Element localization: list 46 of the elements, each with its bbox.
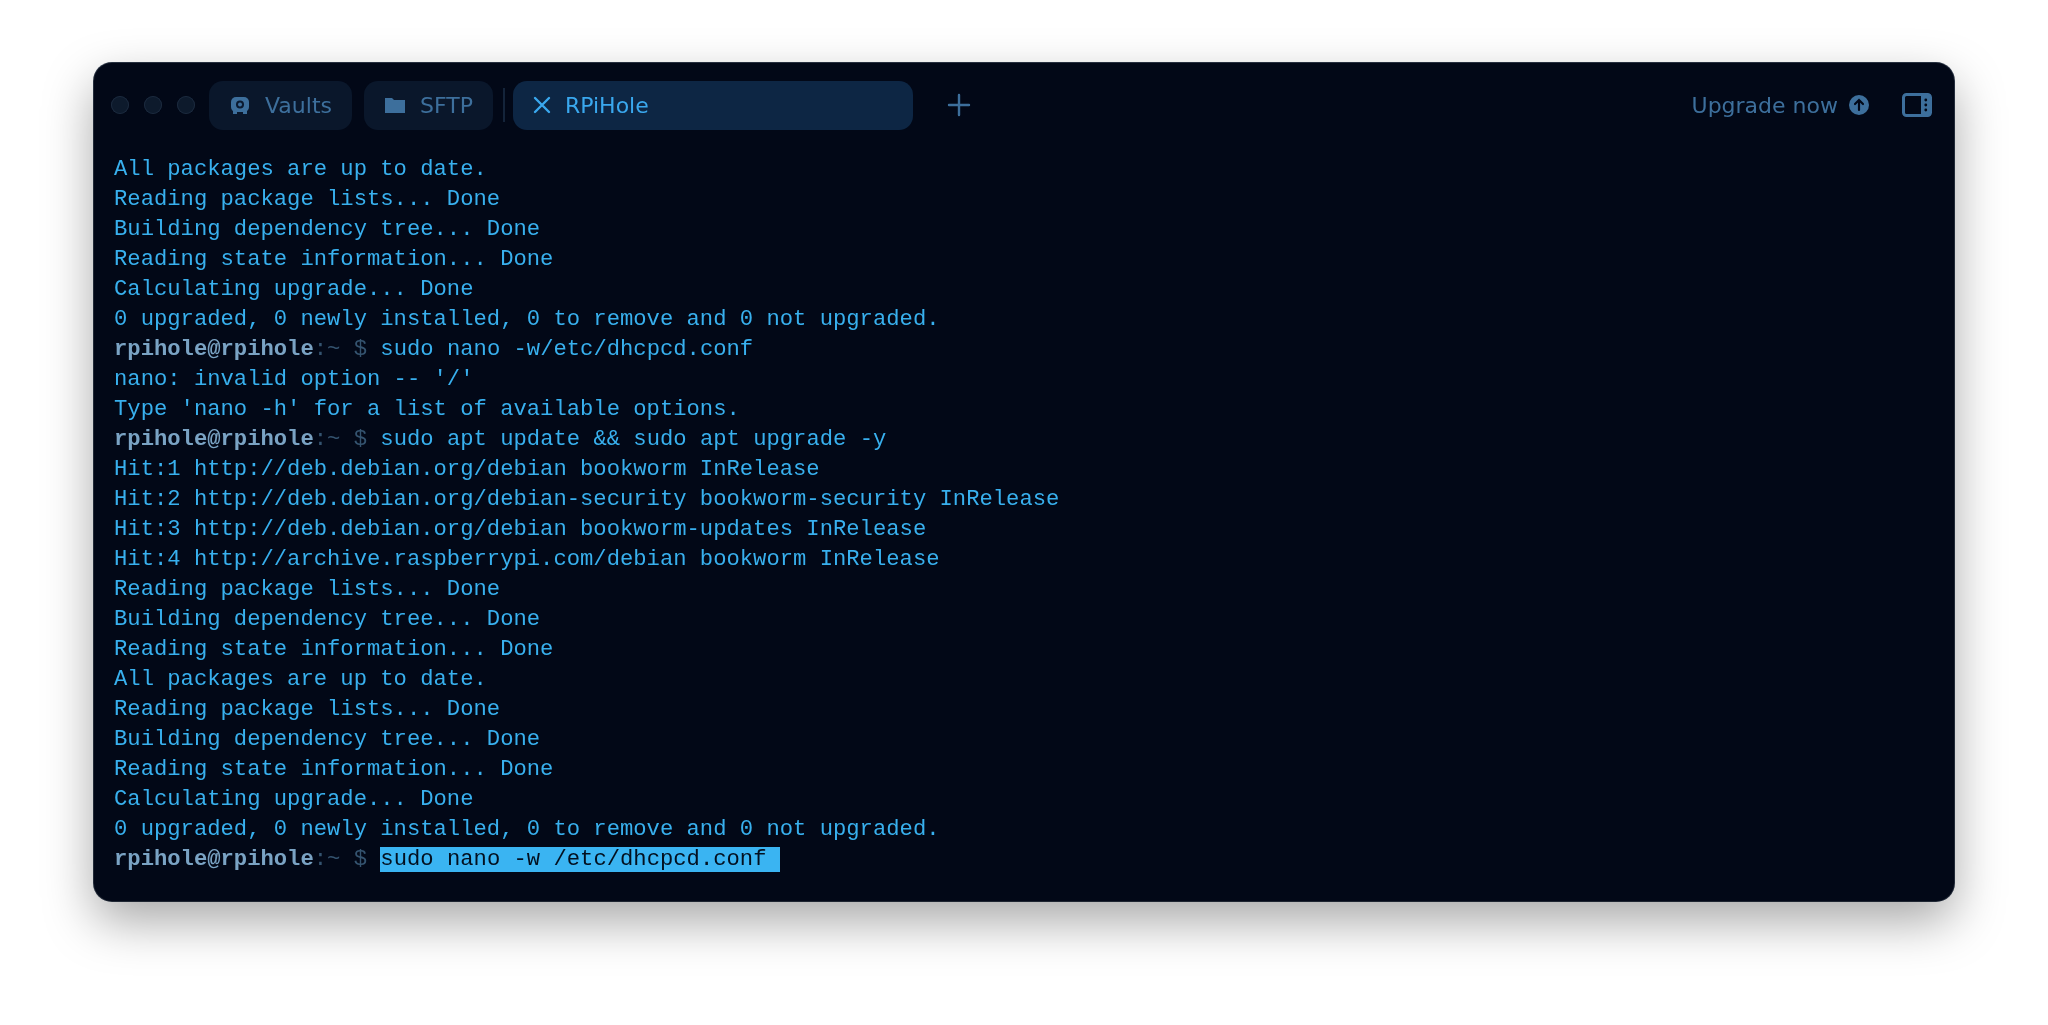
terminal-output-line: All packages are up to date. — [114, 157, 487, 182]
terminal-output-line: Building dependency tree... Done — [114, 727, 541, 752]
prompt-path: :~ — [313, 847, 341, 872]
terminal-output-line: All packages are up to date. — [114, 667, 487, 692]
terminal-output-line: Hit:1 http://deb.debian.org/debian bookworm InRelease — [114, 457, 820, 482]
terminal-output-line: Reading state information... Done — [114, 247, 554, 272]
terminal-output-line: 0 upgraded, 0 newly installed, 0 to remove and 0 not upgraded. — [114, 817, 940, 842]
window-control[interactable] — [111, 96, 129, 114]
terminal-output-line: Hit:4 http://archive.raspberrypi.com/debian bookworm InRelease — [114, 547, 940, 572]
close-icon — [532, 96, 551, 114]
terminal-output-line: Hit:2 http://deb.debian.org/debian-security bookworm-security InRelease — [114, 487, 1060, 512]
terminal-output-line: Building dependency tree... Done — [114, 217, 541, 242]
prompt-symbol: $ — [353, 427, 368, 452]
terminal-output-line: 0 upgraded, 0 newly installed, 0 to remove and 0 not upgraded. — [114, 307, 940, 332]
prompt-user: rpihole@rpihole — [114, 337, 314, 362]
window-control[interactable] — [177, 96, 195, 114]
terminal-output-line: Reading package lists... Done — [114, 577, 501, 602]
sidebar-toggle-icon[interactable] — [1902, 93, 1932, 117]
prompt-symbol: $ — [353, 337, 368, 362]
prompt-user: rpihole@rpihole — [114, 847, 314, 872]
terminal-output-line: Calculating upgrade... Done — [114, 277, 474, 302]
terminal-output-line: Reading state information... Done — [114, 757, 554, 782]
tab[interactable]: SFTP — [363, 80, 493, 130]
terminal-output-line: Calculating upgrade... Done — [114, 787, 474, 812]
add-tab-icon[interactable] — [946, 93, 971, 117]
upgrade-link[interactable]: Upgrade now — [1691, 92, 1870, 118]
terminal-output-line: Reading state information... Done — [114, 637, 554, 662]
folder-icon — [383, 95, 406, 115]
prompt-symbol: $ — [353, 847, 368, 872]
terminal-output-line: Building dependency tree... Done — [114, 607, 541, 632]
prompt-user: rpihole@rpihole — [114, 427, 314, 452]
arrow-up-icon — [1848, 94, 1870, 116]
command-text: sudo apt update && sudo apt upgrade -y — [380, 427, 887, 452]
tab[interactable]: Vaults — [209, 80, 352, 130]
command-text: sudo nano -w /etc/dhcpcd.conf — [380, 847, 780, 872]
window-control[interactable] — [144, 96, 162, 114]
command-text: sudo nano -w/etc/dhcpcd.conf — [380, 337, 754, 362]
tab[interactable]: RPiHole — [512, 80, 913, 130]
prompt-path: :~ — [313, 337, 341, 362]
terminal-output-line: nano: invalid option -- '/' — [114, 367, 474, 392]
vault-icon — [229, 94, 251, 116]
terminal-output-line: Reading package lists... Done — [114, 187, 501, 212]
terminal-output-line: Reading package lists... Done — [114, 697, 501, 722]
terminal-output-line: Type 'nano -h' for a list of available options. — [114, 397, 740, 422]
terminal-output-line: Hit:3 http://deb.debian.org/debian bookworm-updates InRelease — [114, 517, 927, 542]
prompt-path: :~ — [313, 427, 341, 452]
